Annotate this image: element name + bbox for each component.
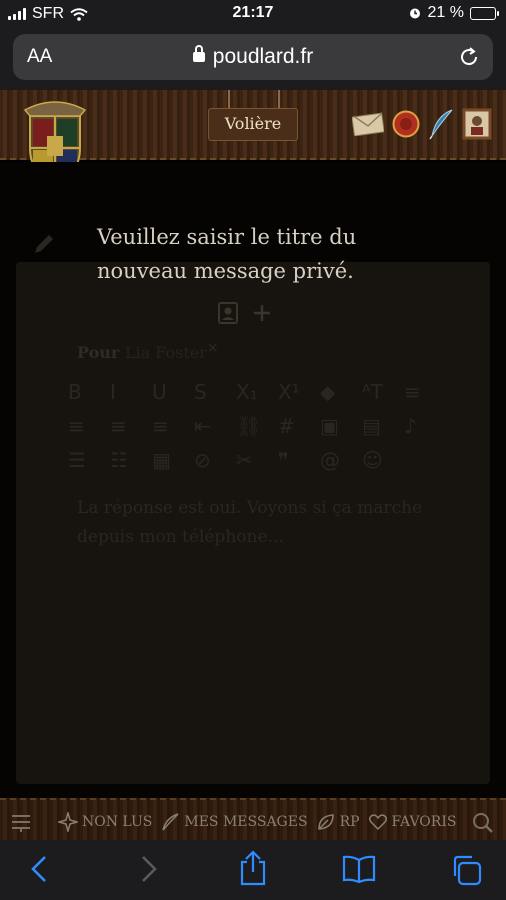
toolbar-button[interactable]: ▣ <box>320 414 362 438</box>
toolbar-button[interactable]: ≡ <box>110 414 152 438</box>
toolbar-button[interactable]: S <box>194 380 236 404</box>
back-icon[interactable] <box>28 854 52 884</box>
toolbar-button[interactable]: ◆ <box>320 380 362 404</box>
contact-card-icon[interactable] <box>218 302 238 324</box>
status-right-group: 21 % <box>408 4 499 22</box>
toolbar-button[interactable]: ▤ <box>362 414 404 438</box>
toolbar-button[interactable]: X¹ <box>278 380 320 404</box>
quill-icon[interactable] <box>428 108 454 140</box>
recipient-name[interactable]: Lia Foster <box>125 343 207 362</box>
reload-icon[interactable] <box>458 46 480 68</box>
url-display[interactable]: poudlard.fr <box>13 45 493 69</box>
bookmarks-icon[interactable] <box>342 854 376 884</box>
wax-seal-icon[interactable] <box>392 110 420 138</box>
toolbar-button[interactable]: ✂ <box>236 448 278 472</box>
nav-rp-link[interactable]: RP <box>316 812 360 832</box>
profile-portrait-icon[interactable] <box>462 108 492 140</box>
toolbar-button[interactable]: ❞ <box>278 448 320 472</box>
voliere-sign-button[interactable]: Volière <box>208 108 298 141</box>
sign-chain-left <box>228 90 230 110</box>
toolbar-button[interactable]: # <box>278 414 320 438</box>
recipient-line: Pour Lia Foster× <box>77 340 219 362</box>
toolbar-button[interactable]: X₁ <box>236 380 278 404</box>
toolbar-button[interactable]: ☷ <box>110 448 152 472</box>
toolbar-button[interactable]: ▦ <box>152 448 194 472</box>
recipient-label: Pour <box>77 343 120 362</box>
message-line: La réponse est oui. Voyons si ça marche <box>77 498 423 518</box>
toolbar-button[interactable]: ⛓ <box>236 414 278 438</box>
sparkle-icon <box>58 812 78 832</box>
nav-favorites-label: FAVORIS <box>391 814 457 830</box>
add-recipient-icon[interactable] <box>252 303 272 323</box>
menu-icon[interactable] <box>10 811 32 833</box>
message-line: depuis mon téléphone... <box>77 527 284 547</box>
toolbar-button[interactable]: I <box>110 380 152 404</box>
sign-chain-right <box>278 90 280 110</box>
lock-icon <box>192 45 205 62</box>
nav-my-messages-link[interactable]: MES MESSAGES <box>160 812 308 832</box>
quill-outline-icon <box>162 813 179 831</box>
prompt-line: nouveau message privé. <box>97 259 354 283</box>
address-bar[interactable]: AA poudlard.fr <box>13 34 493 80</box>
nav-unread-link[interactable]: NON LUS <box>58 812 152 832</box>
remove-recipient-icon[interactable]: × <box>207 340 219 356</box>
search-icon[interactable] <box>472 812 494 834</box>
nav-favorites-link[interactable]: FAVORIS <box>368 812 457 832</box>
edit-pencil-icon <box>35 235 53 253</box>
toolbar-button[interactable]: ᴬT <box>362 380 404 404</box>
heart-icon <box>368 814 387 831</box>
nav-unread-label: NON LUS <box>82 814 153 830</box>
toolbar-button[interactable]: ⇤ <box>194 414 236 438</box>
toolbar-button[interactable]: ⊘ <box>194 448 236 472</box>
toolbar-button[interactable]: ☺ <box>362 448 404 472</box>
toolbar-button[interactable]: B <box>68 380 110 404</box>
toolbar-button[interactable]: ☰ <box>68 448 110 472</box>
alarm-icon <box>409 8 420 19</box>
share-icon[interactable] <box>238 850 268 886</box>
battery-percent: 21 % <box>427 4 464 21</box>
envelope-icon[interactable] <box>352 112 384 136</box>
toolbar-button[interactable]: ≡ <box>152 414 194 438</box>
browser-bottom-toolbar <box>0 840 506 900</box>
editor-toolbar: B I U S X₁ X¹ ◆ ᴬT ≡ ≡ ≡ ≡ ⇤ ⛓ # ▣ ▤ ♪ ☰ ☷ ▦ ⊘ ✂ ❞ @ ☺ <box>68 380 448 472</box>
toolbar-button[interactable]: ♪ <box>404 414 446 438</box>
header-icons <box>352 108 492 140</box>
toolbar-button[interactable]: @ <box>320 448 362 472</box>
title-prompt-dialog: Veuillez saisir le titre du nouveau mess… <box>97 220 397 288</box>
browser-toolbar: AA poudlard.fr <box>0 30 506 90</box>
tabs-icon[interactable] <box>450 854 482 886</box>
toolbar-button[interactable]: ≡ <box>404 380 446 404</box>
prompt-line: Veuillez saisir le titre du <box>97 225 357 249</box>
toolbar-button[interactable]: ≡ <box>68 414 110 438</box>
url-text: poudlard.fr <box>212 45 314 68</box>
status-bar: SFR 21:17 21 % <box>0 0 506 30</box>
leaf-icon <box>317 814 334 830</box>
message-body-editor[interactable]: La réponse est oui. Voyons si ça marche … <box>77 494 437 552</box>
forward-icon[interactable] <box>136 854 160 884</box>
toolbar-spacer <box>404 448 446 472</box>
forum-nav-links: NON LUS MES MESSAGES RP FAVORIS <box>58 812 464 832</box>
toolbar-button[interactable]: U <box>152 380 194 404</box>
nav-rp-label: RP <box>339 814 360 830</box>
battery-icon <box>470 6 499 20</box>
nav-my-messages-label: MES MESSAGES <box>184 814 308 830</box>
